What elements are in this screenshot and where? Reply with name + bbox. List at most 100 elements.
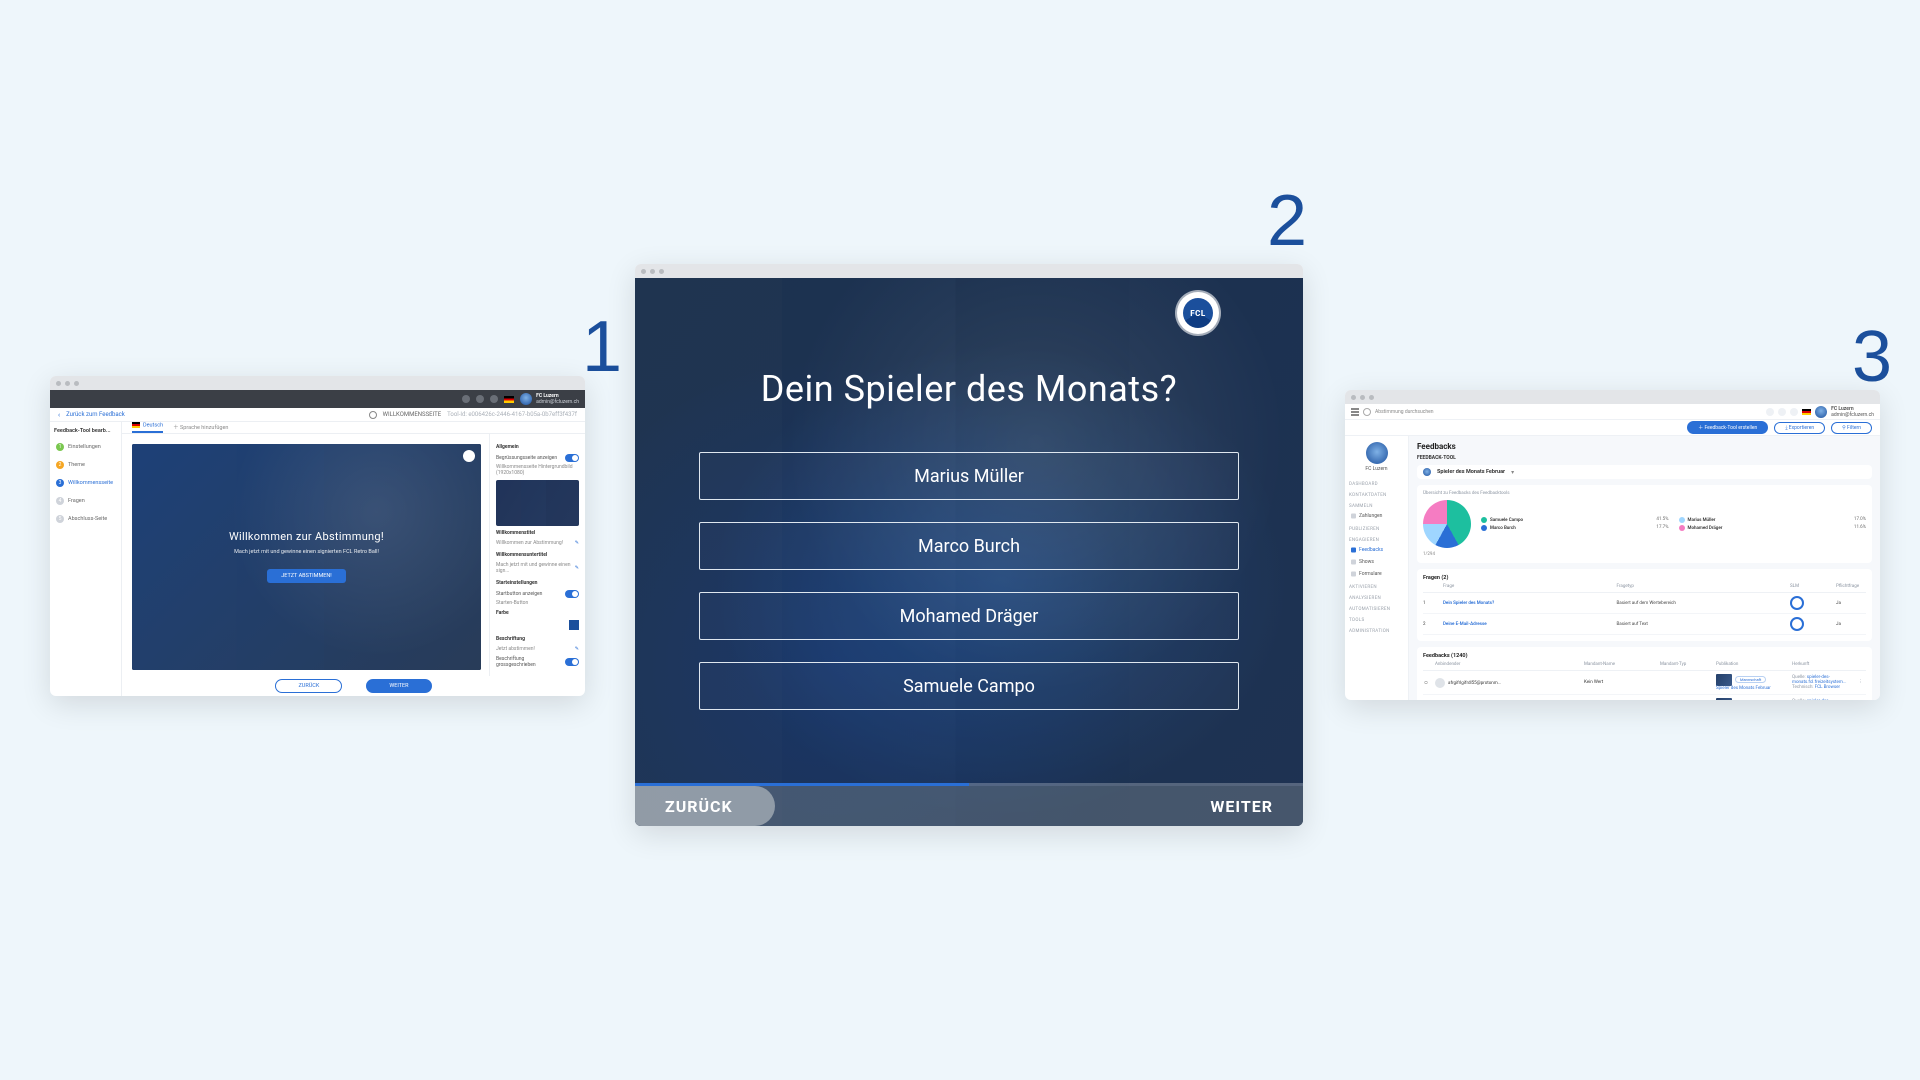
app-topbar: FC Luzern admin@fcluzern.ch	[50, 390, 585, 408]
step-questions[interactable]: 4Fragen	[54, 494, 117, 508]
questions-card: Fragen (2) Frage Fragetyp SLM Pflichtfra…	[1417, 569, 1872, 641]
option-4[interactable]: Samuele Campo	[699, 662, 1239, 710]
nav-item-shows[interactable]: Shows	[1349, 557, 1404, 567]
account-sub: admin@fcluzern.ch	[1831, 412, 1874, 418]
nav-item-forms[interactable]: Formulare	[1349, 569, 1404, 579]
chevron-down-icon: ▾	[1511, 469, 1514, 476]
toggle-show-welcome[interactable]	[565, 454, 579, 462]
survey-window: Dein Spieler des Monats? Marius Müller M…	[635, 264, 1303, 826]
label-show-cta: Startbutton anzeigen	[496, 591, 542, 597]
option-3[interactable]: Mohamed Dräger	[699, 592, 1239, 640]
chevron-left-icon[interactable]: ‹	[58, 411, 60, 419]
section-caption: Beschriftung	[496, 636, 579, 642]
export-button[interactable]: ⤓ Exportieren	[1774, 422, 1825, 434]
nav-cat-engage[interactable]: ENGAGIEREN	[1349, 538, 1404, 543]
slm-ring-icon	[1790, 617, 1804, 631]
survey-question: Dein Spieler des Monats?	[761, 368, 1177, 410]
brand-name: FC Luzern	[1365, 466, 1387, 472]
nav-cat-collect[interactable]: SAMMELN	[1349, 504, 1404, 509]
survey-screen: Dein Spieler des Monats? Marius Müller M…	[635, 278, 1303, 826]
club-logo-icon	[1366, 442, 1388, 464]
pub-thumb	[1716, 698, 1732, 700]
search-icon[interactable]	[1363, 408, 1371, 416]
step-settings[interactable]: 1Einstellungen	[54, 440, 117, 454]
wizard-steps: Feedback-Tool bearb... 1Einstellungen 2T…	[50, 422, 122, 696]
tool-id: Tool-Id: e006426c-2446-4167-b05a-0b7eff3…	[447, 411, 577, 418]
bg-image-thumb[interactable]	[496, 480, 579, 526]
toggle-caption-upper[interactable]	[565, 658, 579, 666]
flag-de-icon[interactable]	[504, 396, 514, 403]
feedback-row[interactable]: afrgifrlgifrdl55@protonm... Kein Wert Ma…	[1423, 671, 1866, 695]
option-2[interactable]: Marco Burch	[699, 522, 1239, 570]
step-welcome[interactable]: 3Willkommensseite	[54, 476, 117, 490]
question-row[interactable]: 2 Deine E-Mail-Adresse Basiert auf Text …	[1423, 614, 1866, 635]
nav-item-feedbacks[interactable]: Feedbacks	[1349, 545, 1404, 555]
nav-cat-publish[interactable]: PUBLIZIEREN	[1349, 527, 1404, 532]
start-voting-button[interactable]: JETZT ABSTIMMEN!	[267, 569, 345, 583]
toggle-show-cta[interactable]	[565, 590, 579, 598]
wizard-next-button[interactable]: WEITER	[366, 679, 431, 693]
page-title: Feedbacks	[1417, 442, 1872, 451]
nav-cat-analyze[interactable]: ANALYSIEREN	[1349, 596, 1404, 601]
avatar	[1815, 406, 1827, 418]
nav-cat-dashboard[interactable]: DASHBOARD	[1349, 482, 1404, 487]
pub-thumb	[1716, 674, 1732, 686]
editor-window: FC Luzern admin@fcluzern.ch ‹ Zurück zum…	[50, 376, 585, 696]
option-1[interactable]: Marius Müller	[699, 452, 1239, 500]
results-pie-chart	[1423, 500, 1471, 548]
create-tool-button[interactable]: ＋ Feedback-Tool erstellen	[1687, 421, 1768, 434]
section-start: Starteinstellungen	[496, 580, 579, 586]
overview-count: 1/294	[1423, 552, 1866, 557]
preview-icon[interactable]	[369, 411, 377, 419]
step-theme[interactable]: 2Theme	[54, 458, 117, 472]
filter-button[interactable]: ⚲ Filtern	[1831, 422, 1872, 434]
brand: FC Luzern	[1349, 442, 1404, 472]
input-welcome-sub[interactable]: Mach jetzt mit und gewinne einen sign...	[496, 562, 575, 574]
notifications-icon[interactable]	[490, 395, 498, 403]
apps-icon[interactable]	[476, 395, 484, 403]
add-language[interactable]: ＋ Sprache hinzufügen	[173, 423, 228, 431]
nav-cat-contacts[interactable]: KONTAKTDATEN	[1349, 493, 1404, 498]
tool-icon	[1423, 468, 1431, 476]
apps-icon[interactable]	[1778, 408, 1786, 416]
overview-card: Übersicht zu Feedbacks des Feedbacktools…	[1417, 485, 1872, 563]
survey-next-button[interactable]: WEITER	[1180, 786, 1303, 826]
question-row[interactable]: 1 Dein Spieler des Monats? Basiert auf d…	[1423, 593, 1866, 614]
account-chip[interactable]: FC Luzern admin@fcluzern.ch	[1815, 406, 1874, 418]
club-logo	[1177, 292, 1219, 334]
language-tabs: Deutsch ＋ Sprache hinzufügen	[122, 422, 585, 434]
section-welcome-sub: Willkommensuntertitel	[496, 552, 579, 558]
nav-cat-admin[interactable]: ADMINISTRATION	[1349, 629, 1404, 634]
flag-de-icon[interactable]	[1802, 409, 1811, 415]
settings-icon[interactable]	[1766, 408, 1774, 416]
tool-selector[interactable]: Spieler des Monats Februar ▾	[1417, 465, 1872, 479]
page-label: WILLKOMMENSSEITE	[383, 411, 441, 418]
main-area: Feedbacks FEEDBACK-TOOL Spieler des Mona…	[1409, 436, 1880, 700]
label-show-welcome: Begrüssungsseite anzeigen	[496, 455, 557, 461]
step-number-2: 2	[1267, 180, 1307, 262]
lang-de-tab[interactable]: Deutsch	[132, 422, 163, 432]
color-swatch[interactable]	[569, 620, 579, 630]
feedback-row[interactable]: erischburski18493635@ho... Kein Wert Man…	[1423, 695, 1866, 700]
nav-cat-tools[interactable]: TOOLS	[1349, 618, 1404, 623]
nav-cat-automate[interactable]: AUTOMATISIEREN	[1349, 607, 1404, 612]
nav-cat-activate[interactable]: AKTIVIEREN	[1349, 585, 1404, 590]
settings-icon[interactable]	[462, 395, 470, 403]
row-checkbox[interactable]	[1425, 679, 1428, 686]
stage: 1 2 3 FC Luzern admin@fcluzern.ch ‹ Zurü…	[0, 0, 1920, 1080]
step-closing[interactable]: 5Abschluss-Seite	[54, 512, 117, 526]
action-bar: ＋ Feedback-Tool erstellen ⤓ Exportieren …	[1345, 420, 1880, 436]
menu-icon[interactable]	[1351, 408, 1359, 416]
input-welcome-title[interactable]: Willkommen zur Abstimmung!	[496, 540, 563, 546]
row-menu-icon[interactable]: ⋮	[1858, 680, 1866, 685]
notifications-icon[interactable]	[1790, 408, 1798, 416]
nav-item-payments[interactable]: Zahlungen	[1349, 511, 1404, 521]
label-caption-upper: Beschriftung grossgeschrieben	[496, 656, 565, 668]
results-legend: Samuele Campo41.5% Marius Müller17.0% Ma…	[1481, 517, 1866, 531]
back-link[interactable]: Zurück zum Feedback	[66, 411, 125, 418]
wizard-back-button[interactable]: ZURÜCK	[275, 679, 342, 693]
input-caption[interactable]: Jetzt abstimmen!	[496, 646, 535, 652]
survey-back-button[interactable]: ZURÜCK	[635, 786, 775, 826]
step-number-1: 1	[582, 306, 622, 388]
account-chip[interactable]: FC Luzern admin@fcluzern.ch	[520, 393, 579, 405]
